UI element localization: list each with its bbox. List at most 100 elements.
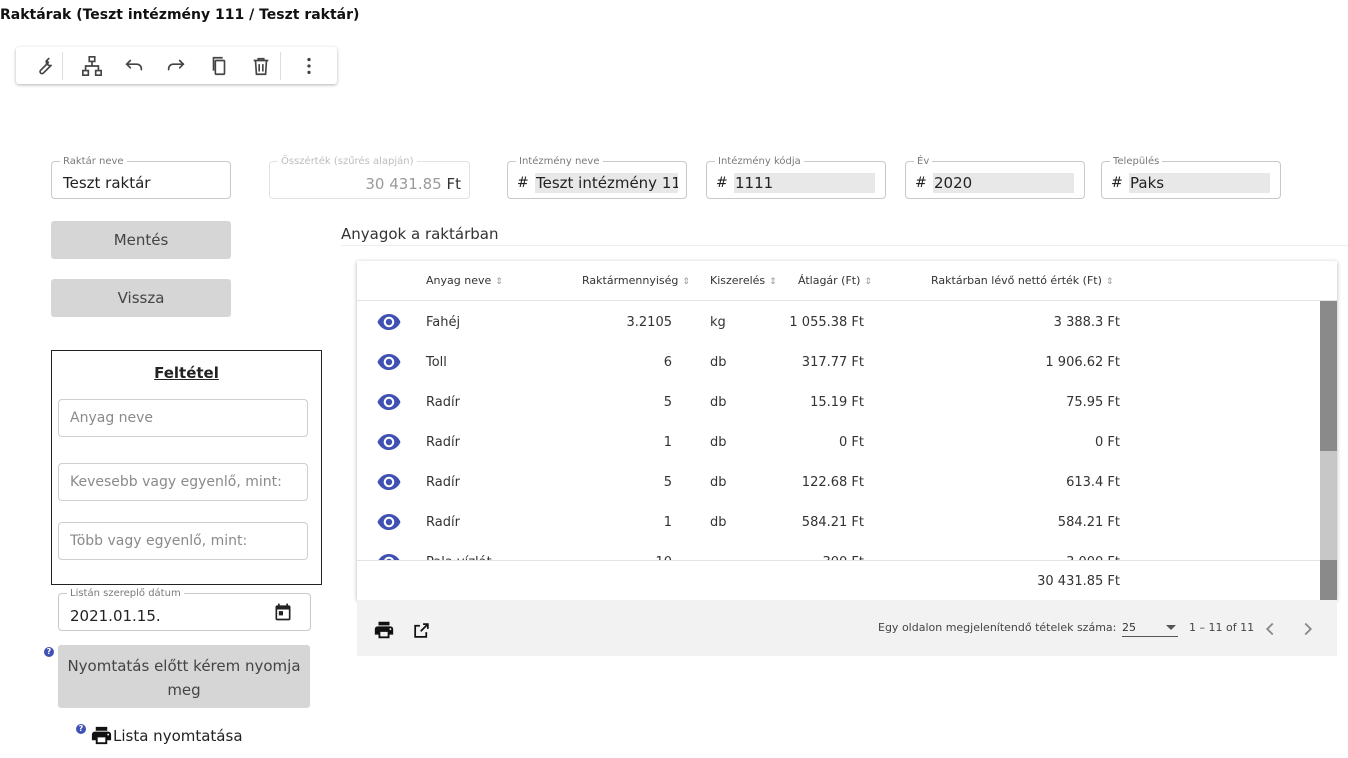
view-eye-icon[interactable]	[377, 393, 401, 411]
toolbar	[16, 47, 337, 84]
material-name-input[interactable]	[59, 400, 307, 436]
column-header-unit[interactable]: Kiszerelés ⇕	[710, 274, 777, 287]
institution-code-field[interactable]: Intézmény kódja # 1111	[706, 156, 886, 199]
delete-icon	[254, 57, 269, 75]
column-header-net-value[interactable]: Raktárban lévő nettó érték (Ft) ⇕	[931, 274, 1113, 287]
cell-qty: 1	[663, 515, 672, 530]
view-eye-icon[interactable]	[377, 553, 401, 560]
cell-name: Fahéj	[426, 315, 461, 330]
chevron-left-icon[interactable]	[1259, 618, 1281, 640]
view-eye-icon[interactable]	[377, 313, 401, 331]
page-title: Raktárak (Teszt intézmény 111 / Teszt ra…	[0, 7, 360, 23]
delete-button[interactable]	[247, 51, 275, 81]
sort-icon: ⇕	[682, 277, 690, 287]
total-value-field: Összérték (szűrés alapján) 30 431.85 Ft	[269, 156, 470, 199]
filter-panel: Feltétel	[51, 350, 322, 585]
open-external-icon[interactable]	[412, 621, 431, 640]
sort-icon: ⇕	[864, 277, 872, 287]
view-eye-icon[interactable]	[377, 513, 401, 531]
field-value: 2020	[933, 173, 1074, 193]
gte-filter[interactable]	[58, 522, 308, 560]
material-name-filter[interactable]	[58, 399, 308, 437]
cell-unit: kg	[710, 315, 726, 330]
cell-avg-price: 1 055.38 Ft	[789, 315, 864, 330]
settlement-field[interactable]: Település # Paks	[1101, 156, 1281, 199]
page-range: 1 – 11 of 11	[1189, 621, 1255, 634]
field-label: Intézmény kódja	[715, 156, 804, 167]
cell-qty: 5	[663, 395, 672, 410]
cell-name: Radír	[426, 435, 460, 450]
save-button[interactable]: Mentés	[51, 221, 231, 259]
cell-name: Radír	[426, 515, 460, 530]
cell-unit: db	[710, 355, 727, 370]
table-body: Fahéj 3.2105 kg 1 055.38 Ft 3 388.3 Ft Toll 6 d…	[357, 301, 1320, 560]
dropdown-caret-icon	[1166, 625, 1176, 630]
printer-icon	[91, 726, 112, 745]
field-value: Teszt intézmény 11	[535, 173, 678, 193]
cell-avg-price: 0 Ft	[839, 435, 864, 450]
field-label: Év	[914, 156, 933, 167]
printer-icon[interactable]	[373, 619, 395, 641]
materials-table: Anyag neve ⇕ Raktármennyiség ⇕ Kiszerelés ⇕…	[357, 261, 1337, 600]
sitemap-icon	[81, 55, 102, 76]
table-row: Toll 6 db 317.77 Ft 1 906.62 Ft	[357, 341, 1320, 381]
table-footer: 30 431.85 Ft	[357, 560, 1320, 600]
hierarchy-button[interactable]	[77, 51, 105, 81]
table-row: Radír 5 db 15.19 Ft 75.95 Ft	[357, 381, 1320, 421]
calendar-icon[interactable]	[273, 602, 293, 622]
cell-net-value: 1 906.62 Ft	[1045, 355, 1120, 370]
field-label: Összérték (szűrés alapján)	[278, 156, 417, 167]
cell-name: Radír	[426, 475, 460, 490]
toolbar-divider	[279, 51, 281, 80]
page-size-select[interactable]: 25	[1122, 615, 1178, 637]
help-icon[interactable]: ?	[76, 724, 86, 734]
copy-button[interactable]	[205, 51, 233, 81]
print-list-link[interactable]: Lista nyomtatása	[90, 724, 243, 747]
section-divider	[341, 245, 1348, 246]
cell-unit: db	[710, 435, 727, 450]
field-value: Paks	[1129, 173, 1270, 193]
table-header: Anyag neve ⇕ Raktármennyiség ⇕ Kiszerelés ⇕…	[357, 261, 1139, 301]
redo-button[interactable]	[162, 51, 190, 81]
view-eye-icon[interactable]	[377, 433, 401, 451]
chevron-right-icon[interactable]	[1297, 618, 1319, 640]
column-header-name[interactable]: Anyag neve ⇕	[426, 274, 503, 287]
help-icon[interactable]: ?	[44, 647, 54, 657]
undo-button[interactable]	[120, 51, 148, 81]
list-date-field[interactable]: Listán szereplő dátum 2021.01.15.	[58, 588, 311, 631]
back-button[interactable]: Vissza	[51, 279, 231, 317]
field-value: Teszt raktár	[63, 174, 151, 192]
total-value-amount: 30 431.85	[365, 175, 442, 193]
lte-input[interactable]	[59, 464, 307, 500]
table-row: Radír 1 db 584.21 Ft 584.21 Ft	[357, 501, 1320, 541]
more-button[interactable]	[295, 51, 323, 81]
field-value: 1111	[734, 173, 875, 193]
column-header-qty[interactable]: Raktármennyiség ⇕	[582, 274, 690, 287]
filter-title: Feltétel	[154, 364, 219, 382]
sort-icon: ⇕	[495, 277, 503, 287]
view-eye-icon[interactable]	[377, 473, 401, 491]
warehouse-name-field[interactable]: Raktár neve Teszt raktár	[51, 156, 231, 199]
print-prepare-button[interactable]: Nyomtatás előtt kérem nyomja meg	[58, 645, 310, 708]
sort-icon: ⇕	[1105, 277, 1114, 287]
cell-net-value: 613.4 Ft	[1066, 475, 1120, 490]
cell-qty: 6	[663, 355, 672, 370]
copy-icon	[212, 56, 226, 75]
table-row: Radír 5 db 122.68 Ft 613.4 Ft	[357, 461, 1320, 501]
hash-icon: #	[1111, 175, 1123, 191]
wrench-button[interactable]	[30, 51, 58, 81]
institution-name-field[interactable]: Intézmény neve # Teszt intézmény 11	[507, 156, 687, 199]
cell-unit: db	[710, 475, 727, 490]
undo-icon	[125, 59, 143, 70]
sort-icon: ⇕	[769, 277, 777, 287]
lte-filter[interactable]	[58, 463, 308, 501]
scrollbar-thumb[interactable]	[1320, 301, 1337, 451]
hash-icon: #	[517, 175, 529, 191]
field-label: Település	[1110, 156, 1163, 167]
view-eye-icon[interactable]	[377, 353, 401, 371]
gte-input[interactable]	[59, 523, 307, 559]
total-value-display: 30 431.85 Ft	[365, 175, 461, 193]
year-field[interactable]: Év # 2020	[905, 156, 1085, 199]
column-header-avg-price[interactable]: Átlagár (Ft) ⇕	[798, 274, 872, 287]
paginator: Egy oldalon megjelenítendő tételek száma…	[357, 600, 1337, 656]
